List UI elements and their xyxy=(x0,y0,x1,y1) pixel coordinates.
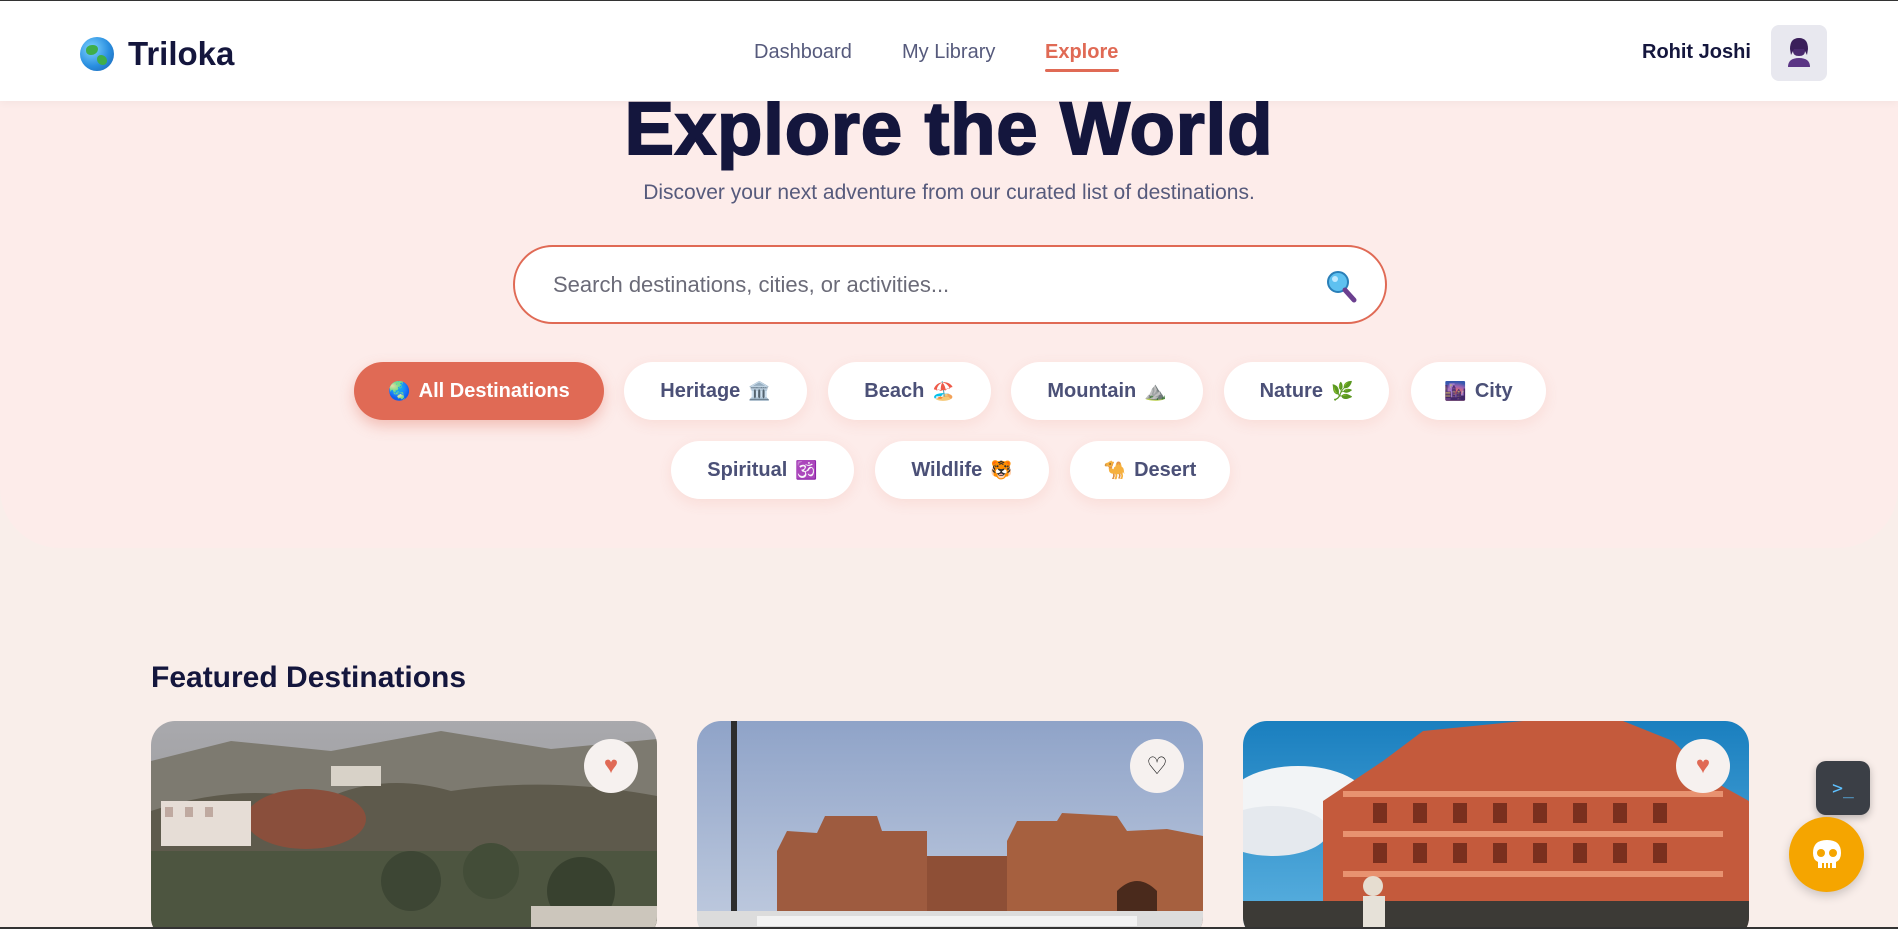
nav-link-dashboard[interactable]: Dashboard xyxy=(754,41,852,64)
active-nav-indicator xyxy=(1045,69,1119,72)
filter-label: Spiritual xyxy=(707,458,788,481)
filter-chip-beach[interactable]: Beach 🏖️ xyxy=(828,362,991,420)
filter-chip-wildlife[interactable]: Wildlife 🐯 xyxy=(875,441,1049,499)
filter-label: Heritage xyxy=(660,379,741,402)
filter-chip-desert[interactable]: 🐪 Desert xyxy=(1070,441,1230,499)
favorite-heart-icon[interactable]: ♥ xyxy=(584,739,638,793)
top-navbar: Triloka Dashboard My Library Explore Roh… xyxy=(0,1,1898,101)
beach-umbrella-icon: 🏖️ xyxy=(932,380,955,401)
page-subtitle: Discover your next adventure from our cu… xyxy=(643,181,1255,204)
filter-chip-heritage[interactable]: Heritage 🏛️ xyxy=(624,362,807,420)
filter-chip-spiritual[interactable]: Spiritual 🕉️ xyxy=(671,441,854,499)
mountain-icon: ⛰️ xyxy=(1144,380,1167,401)
favorite-heart-outline-icon[interactable]: ♡ xyxy=(1130,739,1184,793)
window-top-border xyxy=(0,0,1898,1)
user-name[interactable]: Rohit Joshi xyxy=(1642,41,1751,64)
filter-chip-mountain[interactable]: Mountain ⛰️ xyxy=(1011,362,1203,420)
avatar[interactable] xyxy=(1771,25,1827,81)
herb-icon: 🌿 xyxy=(1330,380,1354,401)
search-input[interactable] xyxy=(553,269,1293,301)
cityscape-icon: 🌆 xyxy=(1444,380,1467,401)
filter-label: City xyxy=(1474,379,1513,402)
filter-label: Mountain xyxy=(1047,379,1137,402)
hill-fort-photo xyxy=(151,721,657,929)
hawa-mahal-photo xyxy=(1243,721,1749,929)
om-symbol-icon: 🕉️ xyxy=(795,459,818,480)
terminal-icon[interactable]: >_ xyxy=(1816,761,1870,815)
tiger-face-icon: 🐯 xyxy=(990,459,1013,480)
nav-link-my-library[interactable]: My Library xyxy=(902,41,995,64)
classical-building-icon: 🏛️ xyxy=(748,380,771,401)
magnifier-icon[interactable] xyxy=(1325,269,1357,303)
filter-label: Wildlife xyxy=(911,458,983,481)
search-bar xyxy=(513,245,1387,324)
filter-label: Beach xyxy=(864,379,925,402)
destination-card[interactable]: ♥ xyxy=(151,721,657,929)
destination-card[interactable]: ♡ xyxy=(697,721,1203,929)
nav-link-explore[interactable]: Explore xyxy=(1045,41,1118,64)
filter-chip-all-destinations[interactable]: 🌏 All Destinations xyxy=(354,362,604,420)
desert-fort-photo xyxy=(697,721,1203,929)
filter-chip-nature[interactable]: Nature 🌿 xyxy=(1224,362,1389,420)
globe-icon[interactable] xyxy=(80,37,114,71)
filter-chip-city[interactable]: 🌆 City xyxy=(1411,362,1546,420)
user-icon xyxy=(1788,38,1810,67)
filter-label: Nature xyxy=(1259,379,1323,402)
favorite-heart-icon[interactable]: ♥ xyxy=(1676,739,1730,793)
section-title-featured: Featured Destinations xyxy=(151,661,467,694)
globe-emoji-icon: 🌏 xyxy=(388,380,411,401)
brand-logo[interactable]: Triloka xyxy=(128,35,234,73)
destination-card[interactable]: ♥ xyxy=(1243,721,1749,929)
filter-label: All Destinations xyxy=(418,379,570,402)
camel-icon: 🐪 xyxy=(1103,459,1127,480)
skull-icon xyxy=(1812,839,1841,868)
skull-bot-icon[interactable] xyxy=(1789,817,1864,892)
filter-label: Desert xyxy=(1134,458,1197,481)
